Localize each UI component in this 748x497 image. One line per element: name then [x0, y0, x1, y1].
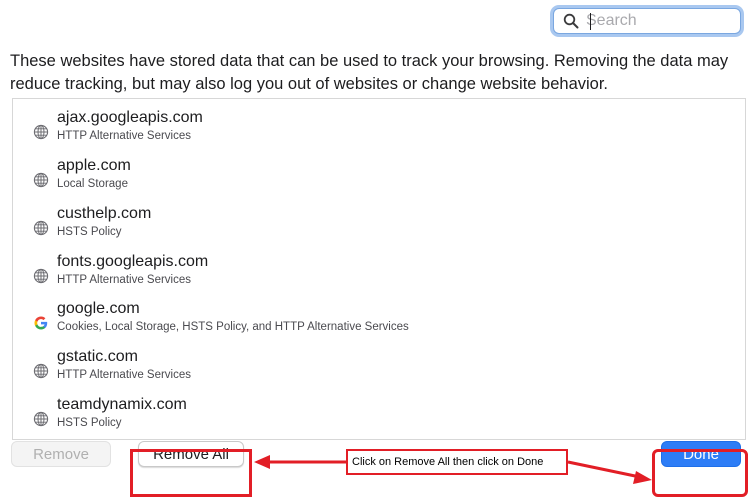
text-cursor: [590, 13, 591, 30]
website-name: gstatic.com: [57, 348, 138, 365]
website-row[interactable]: fonts.googleapis.com HTTP Alternative Ser…: [13, 249, 745, 297]
website-name: teamdynamix.com: [57, 396, 187, 413]
google-icon: [33, 315, 49, 331]
website-name: apple.com: [57, 157, 131, 174]
website-data-types: HSTS Policy: [57, 226, 122, 238]
website-name: ajax.googleapis.com: [57, 109, 203, 126]
globe-icon: [33, 172, 49, 188]
search-field[interactable]: [553, 8, 741, 34]
search-input[interactable]: [582, 12, 726, 30]
done-highlight: [652, 449, 748, 497]
globe-icon: [33, 411, 49, 427]
instruction-callout: Click on Remove All then click on Done: [346, 449, 568, 475]
globe-icon: [33, 363, 49, 379]
remove-all-highlight: [130, 449, 252, 497]
globe-icon: [33, 220, 49, 236]
website-name: fonts.googleapis.com: [57, 253, 209, 270]
website-row[interactable]: custhelp.com HSTS Policy: [13, 201, 745, 249]
search-icon: [560, 9, 582, 33]
website-row[interactable]: ajax.googleapis.com HTTP Alternative Serv…: [13, 105, 745, 153]
description-text: These websites have stored data that can…: [10, 52, 729, 93]
arrow-head-left: [254, 455, 270, 469]
website-data-types: HTTP Alternative Services: [57, 369, 192, 381]
website-data-types: HTTP Alternative Services: [57, 274, 192, 286]
globe-icon: [33, 268, 49, 284]
website-data-types: HSTS Policy: [57, 417, 122, 429]
website-data-types: HTTP Alternative Services: [57, 130, 192, 142]
website-name: custhelp.com: [57, 205, 152, 222]
website-data-types: Cookies, Local Storage, HSTS Policy, and…: [57, 321, 409, 333]
website-row[interactable]: gstatic.com HTTP Alternative Services: [13, 344, 745, 392]
arrow-to-done: [567, 460, 641, 479]
website-row[interactable]: teamdynamix.com HSTS Policy: [13, 392, 745, 440]
website-row[interactable]: google.com Cookies, Local Storage, HSTS P…: [13, 296, 745, 344]
website-name: google.com: [57, 300, 140, 317]
remove-button[interactable]: Remove: [11, 441, 111, 467]
website-data-list[interactable]: ajax.googleapis.com HTTP Alternative Serv…: [12, 98, 746, 440]
website-row[interactable]: apple.com Local Storage: [13, 153, 745, 201]
globe-icon: [33, 124, 49, 140]
website-data-types: Local Storage: [57, 178, 128, 190]
arrow-head-right: [633, 471, 652, 484]
